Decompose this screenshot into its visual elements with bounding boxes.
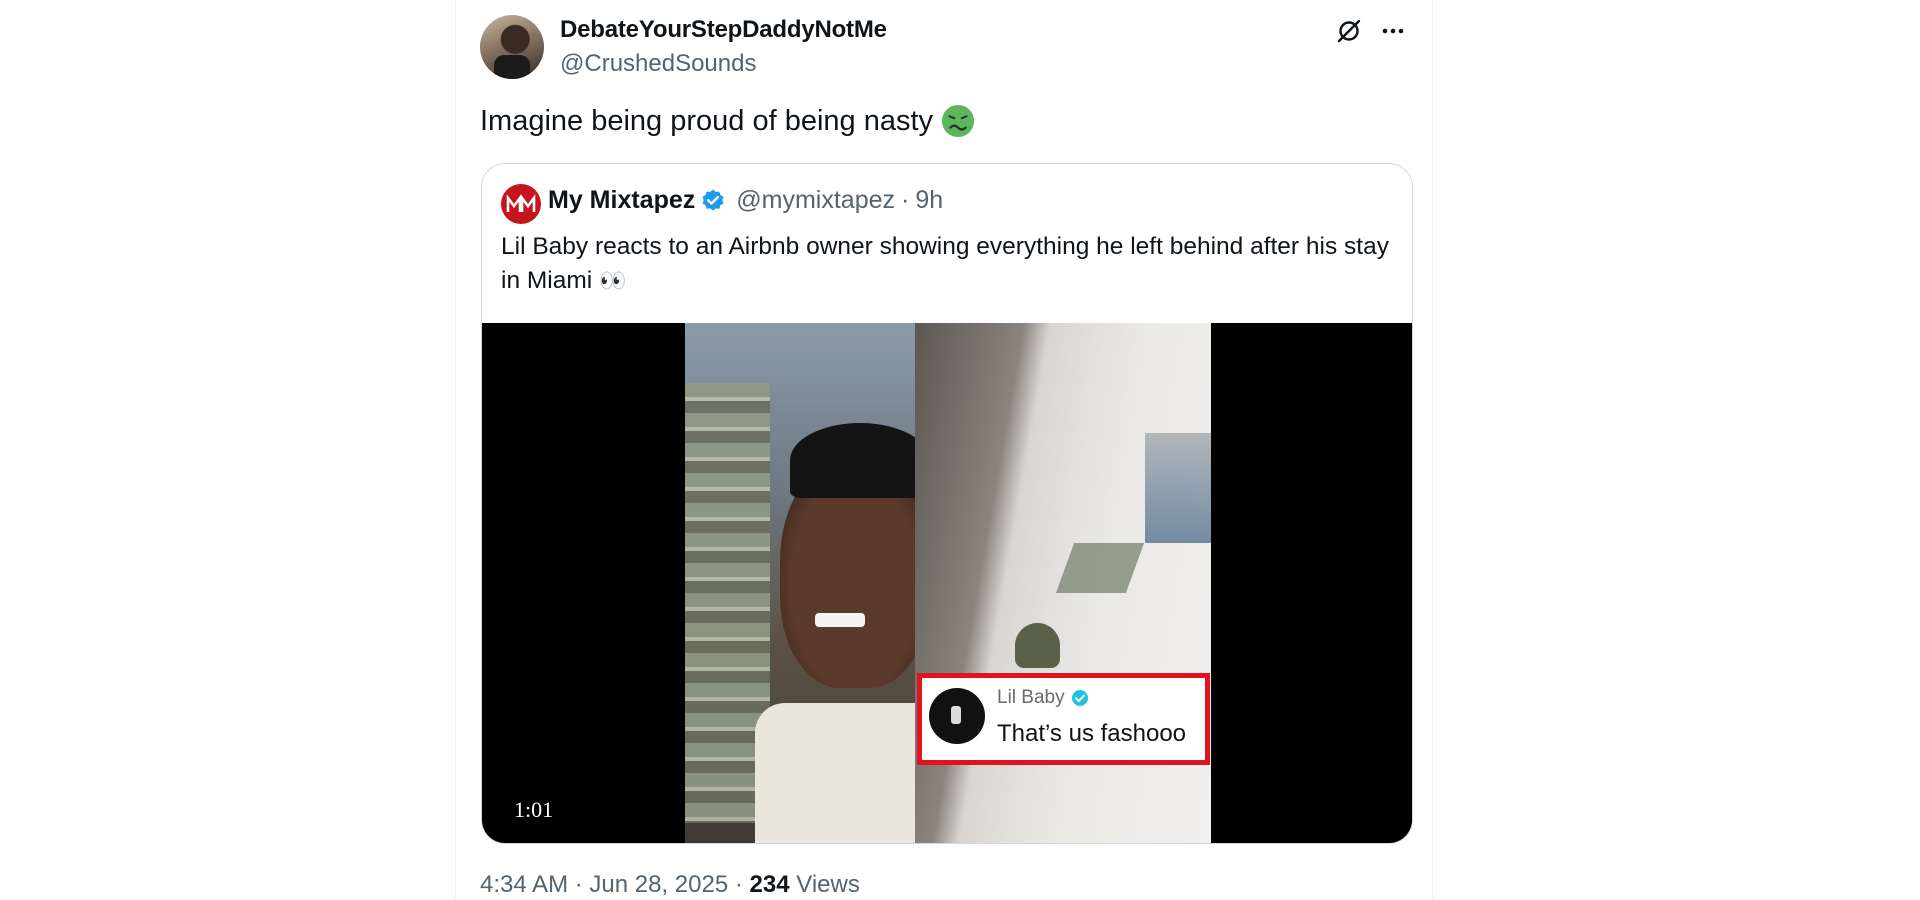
mymixtapez-logo-icon: [506, 194, 536, 212]
meta-separator: ·: [734, 871, 743, 898]
avatar-figure: [494, 55, 530, 79]
more-icon: [1382, 28, 1404, 34]
video-duration: 1:01: [514, 797, 554, 822]
quote-avatar[interactable]: [501, 184, 541, 224]
quote-handle[interactable]: @mymixtapez: [736, 186, 895, 215]
video-frame-selfie: [685, 323, 915, 843]
quote-display-name[interactable]: My Mixtapez: [548, 186, 695, 215]
tweet-date[interactable]: Jun 28, 2025: [589, 871, 728, 898]
quote-text: Lil Baby reacts to an Airbnb owner showi…: [501, 230, 1391, 298]
quote-separator: ·: [901, 186, 910, 214]
quoted-tweet[interactable]: My Mixtapez @mymixtapez · 9h Lil Baby re…: [481, 163, 1413, 844]
video-player[interactable]: Lil Baby That’s us fashooo 1:01: [482, 323, 1412, 843]
eyes-emoji-icon: 👀: [599, 268, 628, 293]
comment-author-name: Lil Baby: [997, 687, 1065, 708]
quote-timestamp[interactable]: 9h: [915, 186, 943, 215]
verified-badge-icon: [700, 188, 726, 214]
overlay-comment: Lil Baby That’s us fashooo: [917, 673, 1210, 765]
quote-body: Lil Baby reacts to an Airbnb owner showi…: [501, 233, 1389, 294]
quote-header: My Mixtapez @mymixtapez · 9h: [548, 186, 943, 215]
comment-verified-icon: [1071, 689, 1089, 707]
tweet-text: Imagine being proud of being nasty: [480, 104, 975, 138]
tweet-body: Imagine being proud of being nasty: [480, 104, 934, 137]
nauseated-face-icon: [941, 104, 975, 138]
meta-separator: ·: [574, 871, 583, 898]
comment-avatar: [929, 688, 985, 744]
views-label: Views: [796, 871, 860, 898]
author-display-name[interactable]: DebateYourStepDaddyNotMe: [560, 16, 887, 44]
comment-author: Lil Baby: [997, 687, 1089, 709]
grok-button[interactable]: [1332, 14, 1366, 48]
author-avatar[interactable]: [480, 15, 544, 79]
more-options-button[interactable]: [1376, 14, 1410, 48]
comment-text: That’s us fashooo: [997, 720, 1187, 747]
tweet-detail: DebateYourStepDaddyNotMe @CrushedSounds …: [455, 0, 1433, 900]
grok-icon: [1337, 19, 1361, 43]
views-count: 234: [749, 871, 790, 898]
tweet-meta: 4:34 AM · Jun 28, 2025 · 234 Views: [480, 871, 860, 899]
video-frame-room: [915, 323, 1211, 843]
author-handle[interactable]: @CrushedSounds: [560, 50, 756, 78]
tweet-time[interactable]: 4:34 AM: [480, 871, 568, 898]
